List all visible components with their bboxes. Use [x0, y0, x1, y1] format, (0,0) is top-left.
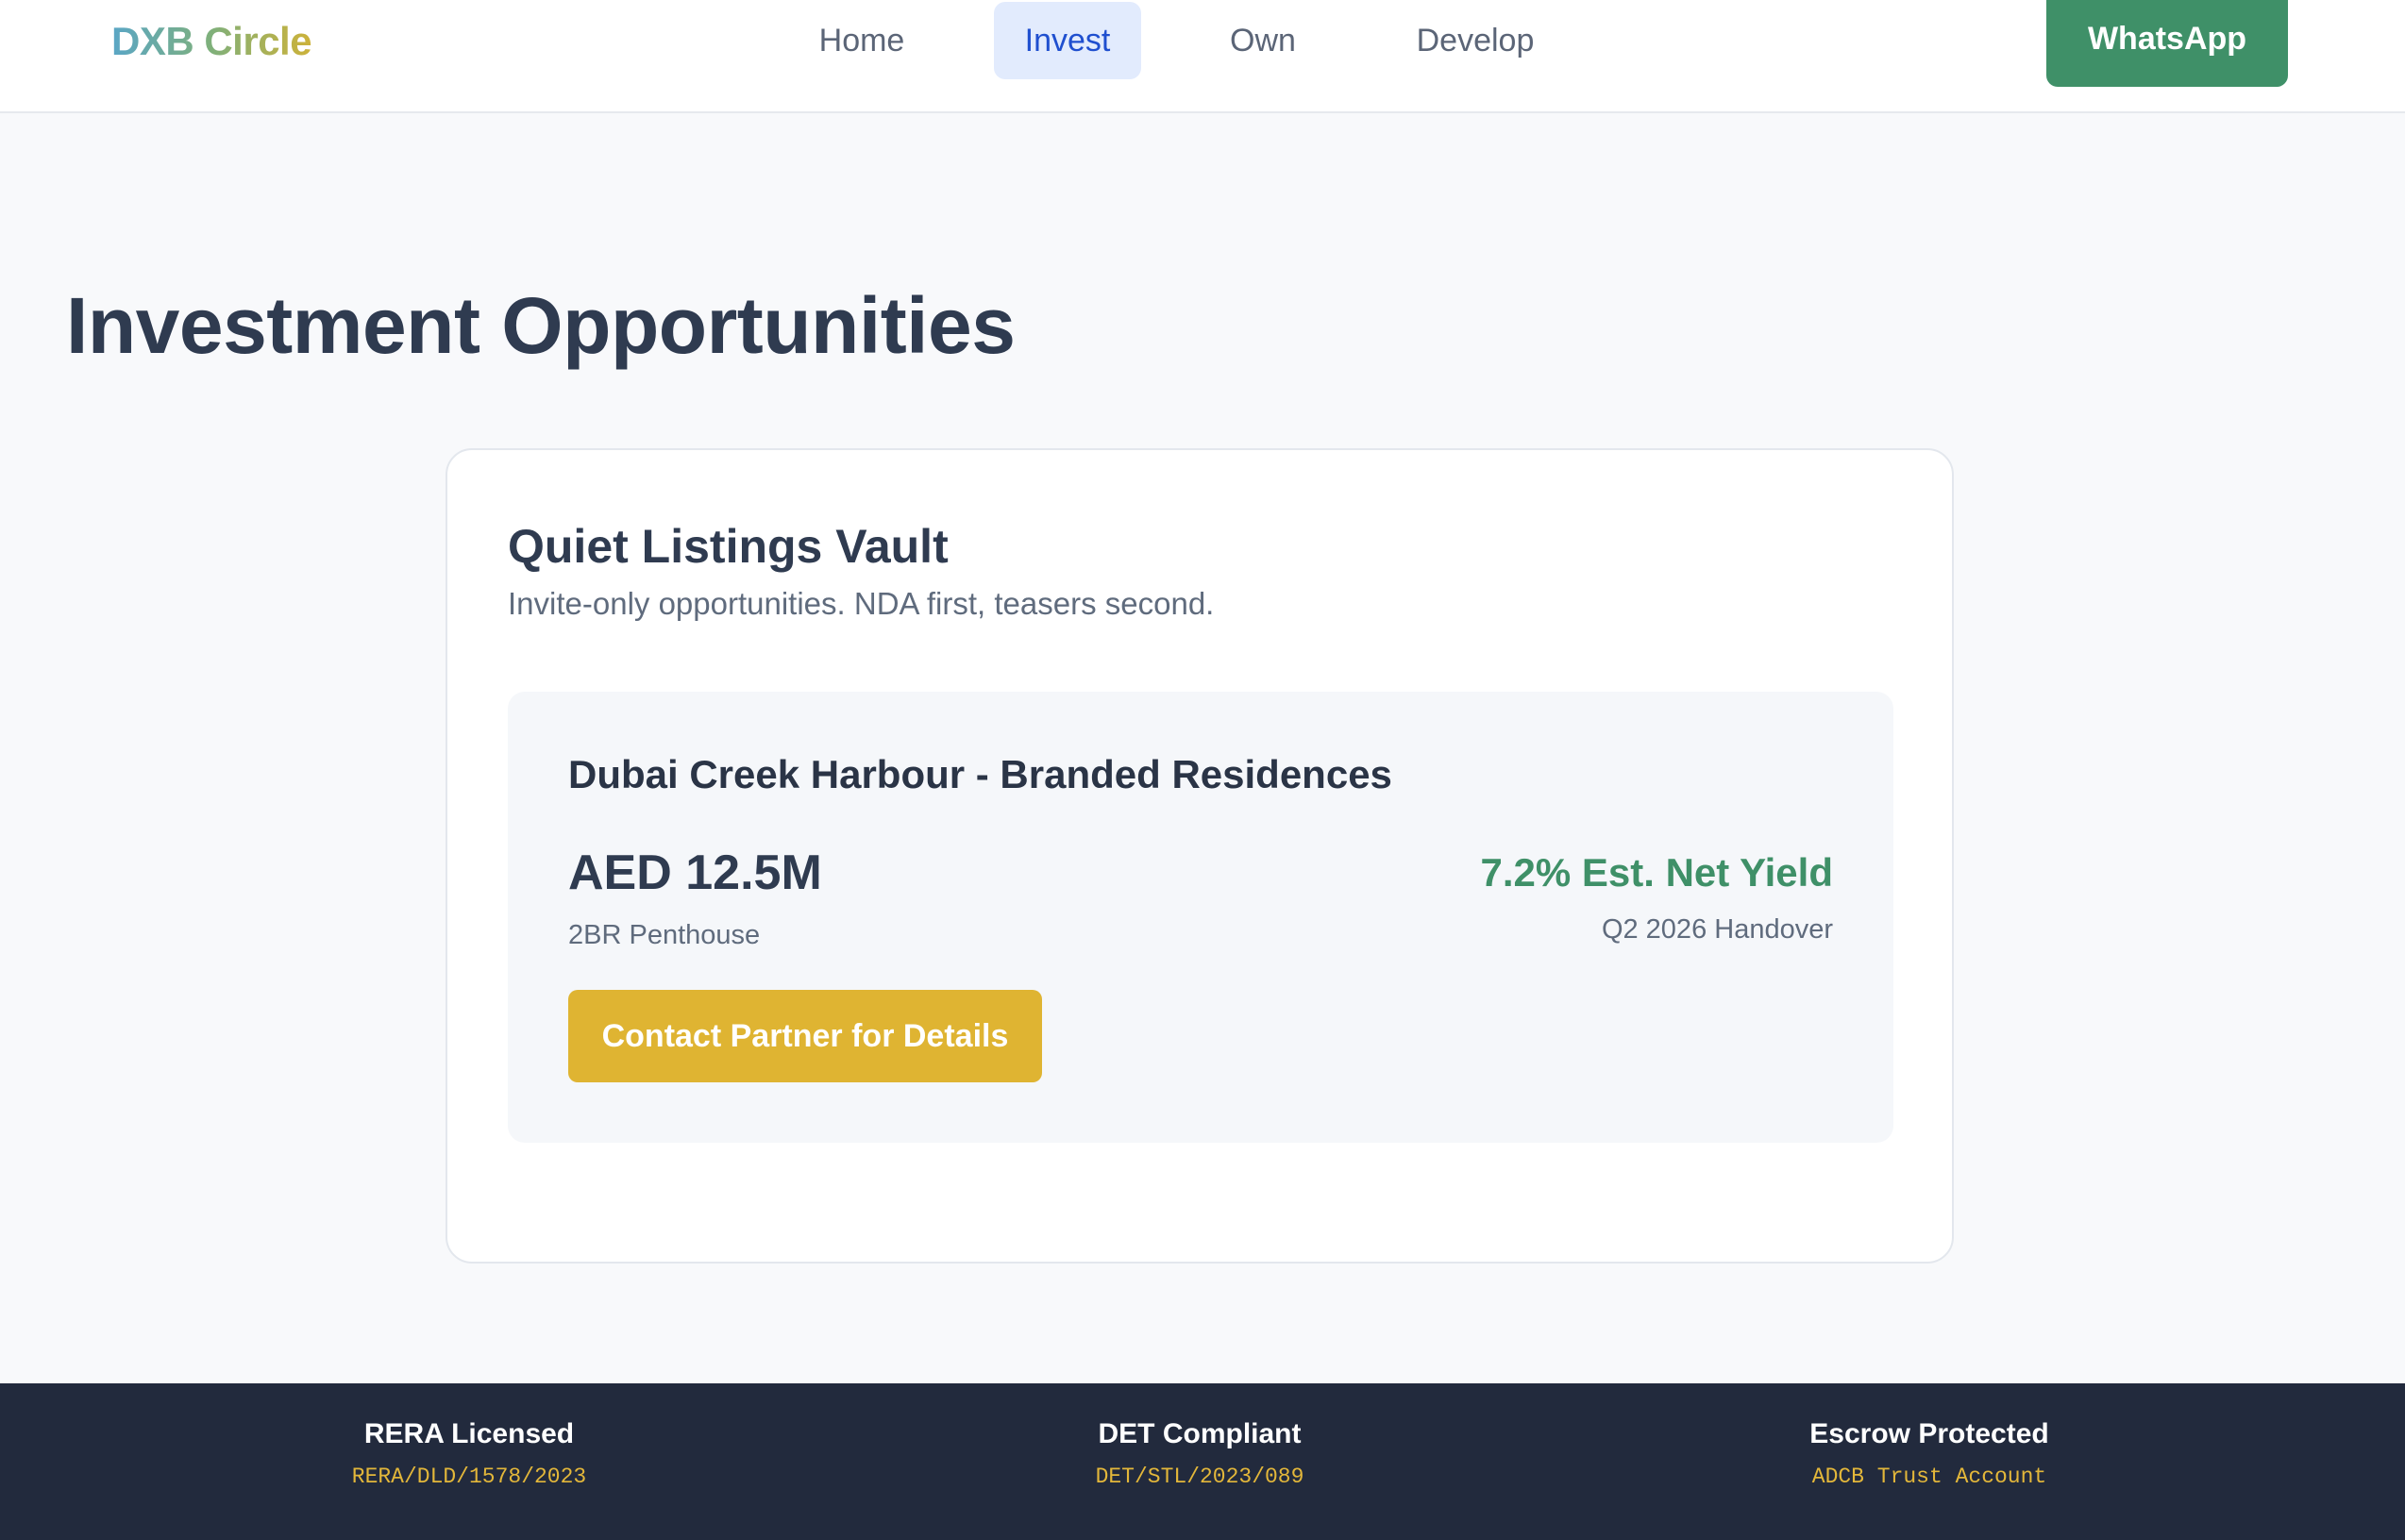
badge-escrow: Escrow Protected ADCB Trust Account: [1646, 1415, 2212, 1491]
badge-rera: RERA Licensed RERA/DLD/1578/2023: [186, 1415, 752, 1491]
listing-title: Dubai Creek Harbour - Branded Residences: [568, 752, 1392, 796]
badge-title: RERA Licensed: [363, 1418, 575, 1449]
vault-title: Quiet Listings Vault: [508, 520, 949, 573]
badge-title: DET Compliant: [1098, 1418, 1302, 1449]
nav-item-own[interactable]: Own: [1210, 2, 1316, 79]
badge-det: DET Compliant DET/STL/2023/089: [917, 1415, 1483, 1491]
site-header: DXB Circle Home Invest Own Develop Whats…: [0, 0, 2405, 113]
nav-item-invest[interactable]: Invest: [994, 2, 1141, 79]
whatsapp-button[interactable]: WhatsApp: [2046, 0, 2288, 87]
nav-item-home[interactable]: Home: [799, 2, 925, 79]
contact-partner-button[interactable]: Contact Partner for Details: [568, 990, 1042, 1082]
listing-unit-type: 2BR Penthouse: [568, 920, 761, 950]
trust-footer: RERA Licensed RERA/DLD/1578/2023 DET Com…: [0, 1383, 2405, 1540]
listing-handover: Q2 2026 Handover: [1601, 914, 1833, 945]
brand-logo[interactable]: DXB Circle: [111, 13, 312, 70]
nav-item-develop[interactable]: Develop: [1403, 2, 1548, 79]
badge-code: DET/STL/2023/089: [1095, 1465, 1304, 1489]
page-title: Investment Opportunities: [66, 281, 1016, 370]
quiet-listings-vault: Quiet Listings Vault Invite-only opportu…: [446, 448, 1954, 1264]
badge-title: Escrow Protected: [1809, 1418, 2049, 1449]
badge-code: ADCB Trust Account: [1811, 1465, 2047, 1489]
badge-code: RERA/DLD/1578/2023: [351, 1465, 587, 1489]
listing-price: AED 12.5M: [568, 845, 822, 900]
listing-yield: 7.2% Est. Net Yield: [1480, 850, 1834, 895]
listing-card: Dubai Creek Harbour - Branded Residences…: [508, 692, 1893, 1143]
vault-subtitle: Invite-only opportunities. NDA first, te…: [508, 586, 1215, 621]
